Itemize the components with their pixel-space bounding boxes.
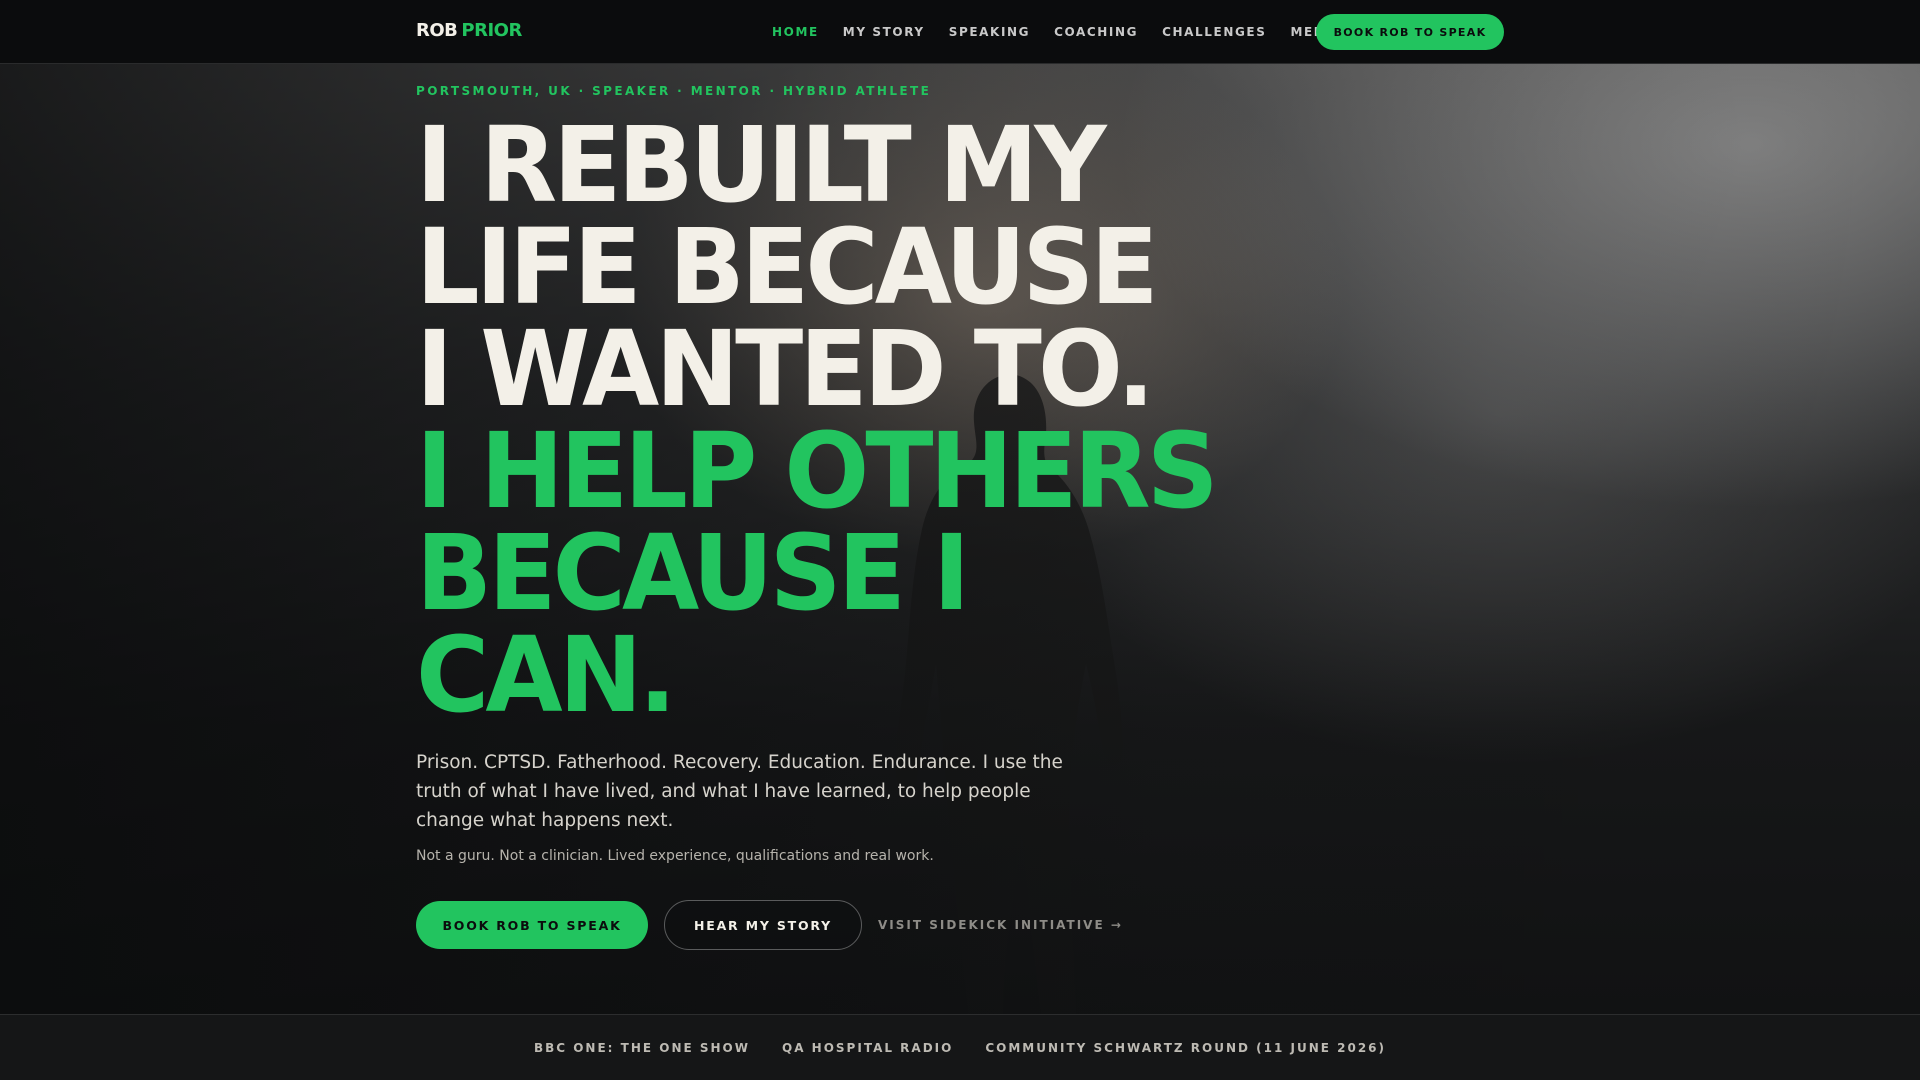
nav-item-challenges[interactable]: CHALLENGES [1162, 25, 1266, 39]
book-rob-button[interactable]: BOOK ROB TO SPEAK [416, 901, 648, 949]
headline-line-4: I HELP OTHERS [416, 410, 1219, 532]
nav-item-my-story[interactable]: MY STORY [843, 25, 925, 39]
headline-line-2: LIFE BECAUSE [416, 206, 1159, 328]
site-logo[interactable]: ROB PRIOR [416, 20, 522, 41]
media-mentions-strip: BBC ONE: THE ONE SHOW QA HOSPITAL RADIO … [0, 1014, 1920, 1080]
media-mention: QA HOSPITAL RADIO [782, 1040, 954, 1055]
hero-subnote: Not a guru. Not a clinician. Lived exper… [416, 848, 934, 864]
nav-book-button[interactable]: BOOK ROB TO SPEAK [1316, 14, 1504, 50]
top-nav: ROB PRIOR HOME MY STORY SPEAKING COACHING… [0, 0, 1920, 64]
logo-second-word: PRIOR [461, 20, 522, 41]
sidekick-initiative-link[interactable]: VISIT SIDEKICK INITIATIVE → [878, 918, 1123, 932]
nav-item-coaching[interactable]: COACHING [1054, 25, 1138, 39]
headline-line-5: BECAUSE I [416, 512, 970, 634]
page: ROB PRIOR HOME MY STORY SPEAKING COACHING… [0, 0, 1920, 1080]
headline-line-3: I WANTED TO. [416, 308, 1155, 430]
nav-links: HOME MY STORY SPEAKING COACHING CHALLENG… [772, 0, 1366, 64]
headline-line-1: I REBUILT MY [416, 104, 1107, 226]
hero-headline: I REBUILT MY LIFE BECAUSE I WANTED TO. I… [416, 104, 1219, 736]
hero-eyebrow: PORTSMOUTH, UK · SPEAKER · MENTOR · HYBR… [416, 84, 932, 98]
headline-line-6: CAN. [416, 614, 677, 736]
nav-item-home[interactable]: HOME [772, 25, 819, 39]
media-mention: COMMUNITY SCHWARTZ ROUND (11 JUNE 2026) [985, 1040, 1387, 1055]
hear-my-story-button[interactable]: HEAR MY STORY [664, 900, 862, 950]
nav-item-speaking[interactable]: SPEAKING [949, 25, 1030, 39]
logo-first-word: ROB [416, 20, 458, 41]
hero-lede: Prison. CPTSD. Fatherhood. Recovery. Edu… [416, 752, 1063, 831]
media-mention: BBC ONE: THE ONE SHOW [533, 1040, 750, 1055]
